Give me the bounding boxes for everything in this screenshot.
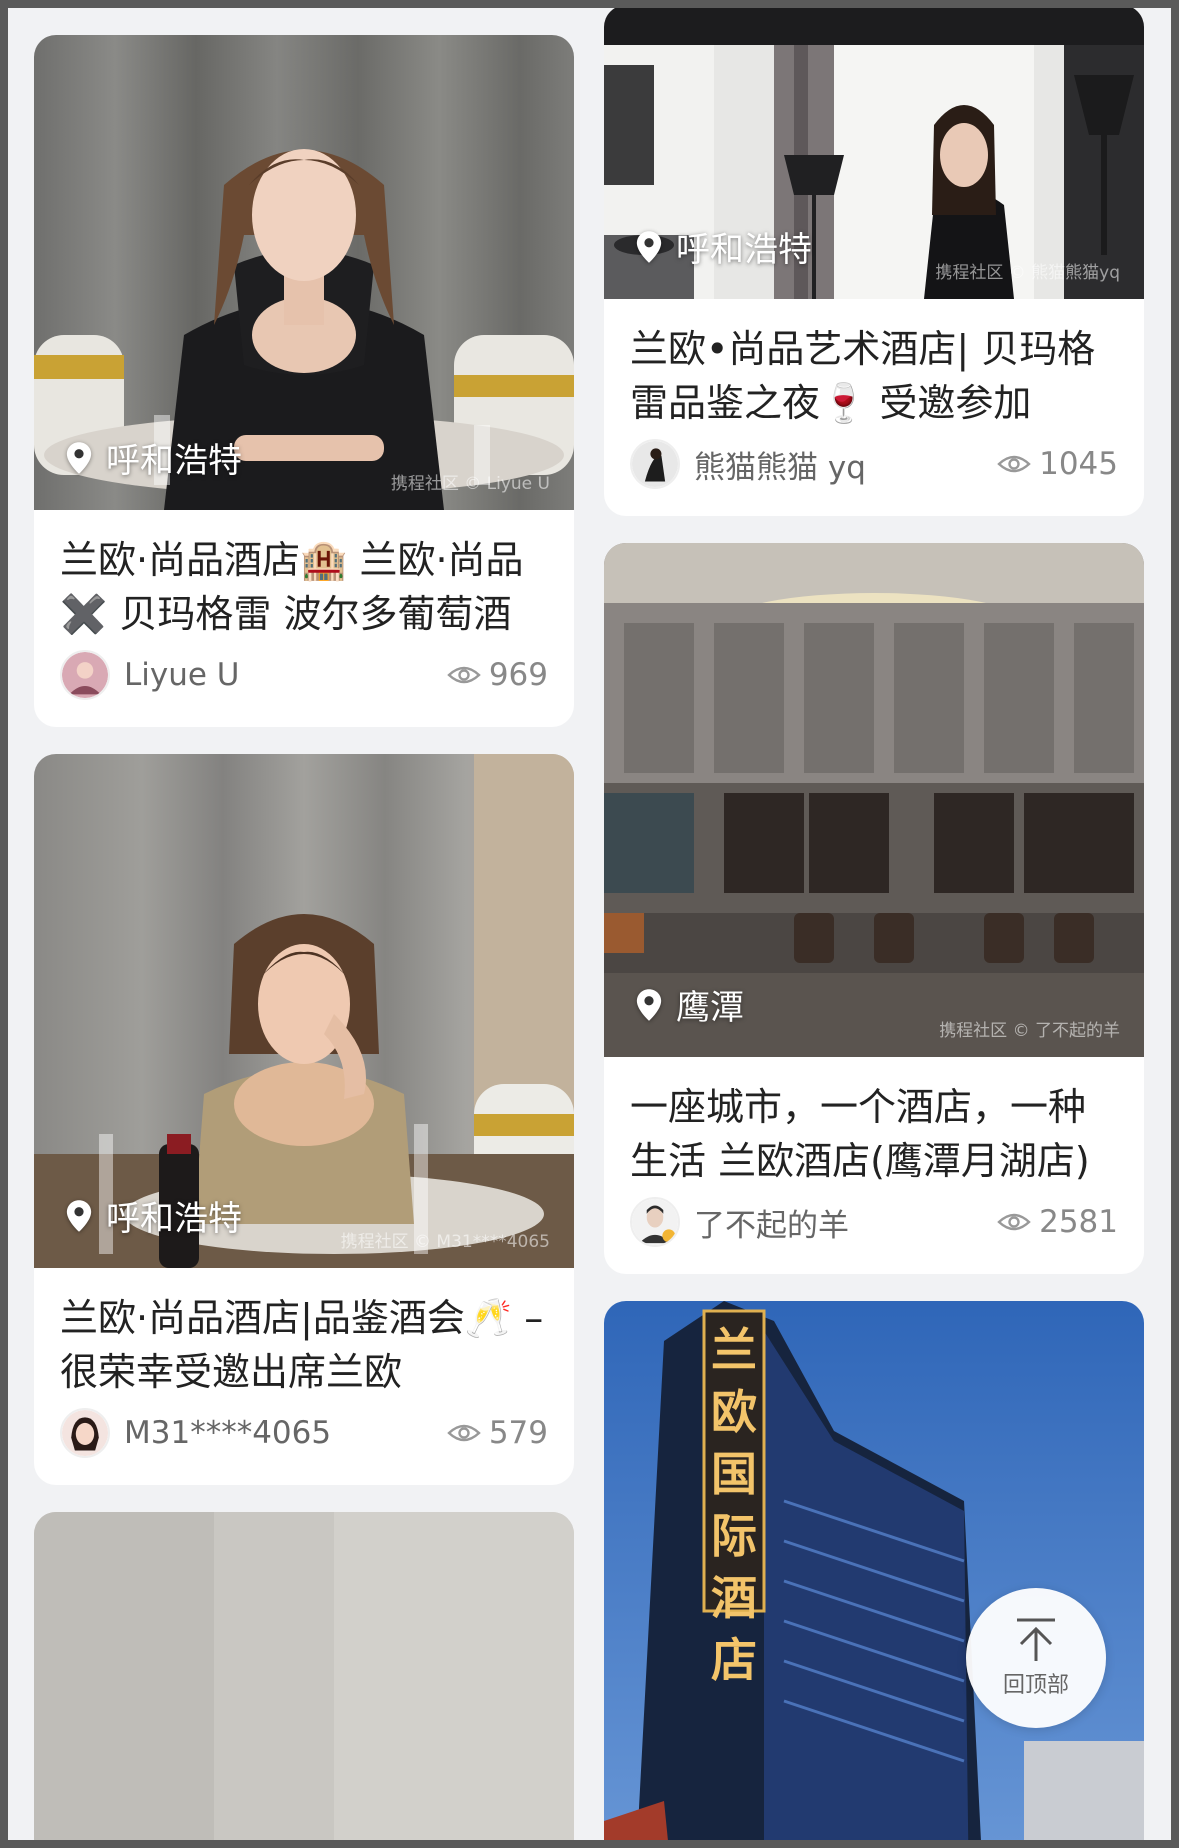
note-cover-image[interactable]: 呼和浩特 携程社区 © M31****4065 (34, 754, 574, 1268)
view-count: 969 (447, 657, 548, 693)
location-tag: 鹰潭 (634, 980, 744, 1029)
note-cover-image[interactable] (34, 1512, 574, 1840)
view-count: 1045 (997, 446, 1118, 482)
watermark: 携程社区 © M31****4065 (340, 1232, 550, 1252)
watermark: 携程社区 © Liyue U (390, 474, 550, 494)
note-card[interactable] (34, 1512, 574, 1840)
note-card[interactable]: 兰欧国际酒店 (604, 1301, 1144, 1840)
note-cover-image[interactable]: 鹰潭 携程社区 © 了不起的羊 (604, 543, 1144, 1057)
note-meta: M31****4065 579 (60, 1407, 548, 1459)
view-count-value: 579 (488, 1415, 548, 1451)
view-count: 2581 (997, 1204, 1118, 1240)
note-card[interactable]: 呼和浩特 携程社区 © 熊猫熊猫yq 兰欧•尚品艺术酒店| 贝玛格雷品鉴之夜🍷 … (604, 8, 1144, 516)
location-tag: 呼和浩特 (634, 222, 812, 271)
hotel-sign: 兰欧国际酒店 (711, 1323, 757, 1687)
avatar[interactable] (60, 1408, 110, 1458)
note-meta: 了不起的羊 2581 (630, 1196, 1118, 1248)
avatar[interactable] (60, 650, 110, 700)
author-name[interactable]: Liyue U (124, 657, 447, 693)
watermark: 携程社区 © 了不起的羊 (939, 1021, 1120, 1041)
location-label: 呼和浩特 (106, 441, 242, 481)
location-pin-icon (636, 230, 662, 263)
note-title[interactable]: 一座城市，一个酒店，一种生活 兰欧酒店(鹰潭月湖店) (630, 1080, 1120, 1188)
location-label: 鹰潭 (676, 988, 744, 1028)
avatar[interactable] (630, 1197, 680, 1247)
note-cover-image[interactable]: 呼和浩特 携程社区 © 熊猫熊猫yq (604, 8, 1144, 299)
note-title[interactable]: 兰欧·尚品酒店|品鉴酒会🥂 – 很荣幸受邀出席兰欧 (60, 1291, 550, 1399)
cover-photo-hotel-exterior (604, 1301, 1144, 1840)
author-name[interactable]: 了不起的羊 (694, 1200, 997, 1245)
back-to-top-button[interactable]: 回顶部 (966, 1588, 1106, 1728)
eye-icon (997, 455, 1031, 473)
view-count-value: 1045 (1039, 446, 1118, 482)
note-card[interactable]: 呼和浩特 携程社区 © Liyue U 兰欧·尚品酒店🏨 兰欧·尚品 ✖️ 贝玛… (34, 35, 574, 727)
location-label: 呼和浩特 (676, 230, 812, 270)
watermark: 携程社区 © 熊猫熊猫yq (935, 263, 1120, 283)
note-cover-image[interactable]: 呼和浩特 携程社区 © Liyue U (34, 35, 574, 510)
feed-viewport: 呼和浩特 携程社区 © Liyue U 兰欧·尚品酒店🏨 兰欧·尚品 ✖️ 贝玛… (8, 8, 1171, 1840)
note-title[interactable]: 兰欧•尚品艺术酒店| 贝玛格雷品鉴之夜🍷 受邀参加 (630, 322, 1120, 430)
avatar[interactable] (630, 439, 680, 489)
arrow-up-icon (1017, 1618, 1055, 1661)
cover-photo-partial (34, 1512, 574, 1840)
view-count: 579 (447, 1415, 548, 1451)
author-name[interactable]: M31****4065 (124, 1415, 447, 1451)
location-pin-icon (66, 1199, 92, 1232)
note-card[interactable]: 呼和浩特 携程社区 © M31****4065 兰欧·尚品酒店|品鉴酒会🥂 – … (34, 754, 574, 1485)
location-pin-icon (66, 441, 92, 474)
eye-icon (997, 1213, 1031, 1231)
note-cover-image[interactable]: 兰欧国际酒店 (604, 1301, 1144, 1840)
location-pin-icon (636, 988, 662, 1021)
author-name[interactable]: 熊猫熊猫 yq (694, 442, 997, 487)
note-card[interactable]: 鹰潭 携程社区 © 了不起的羊 一座城市，一个酒店，一种生活 兰欧酒店(鹰潭月湖… (604, 543, 1144, 1274)
location-tag: 呼和浩特 (64, 1191, 242, 1240)
location-tag: 呼和浩特 (64, 433, 242, 482)
location-label: 呼和浩特 (106, 1199, 242, 1239)
back-to-top-label: 回顶部 (1002, 1673, 1069, 1698)
view-count-value: 2581 (1039, 1204, 1118, 1240)
eye-icon (447, 1424, 481, 1442)
note-meta: Liyue U 969 (60, 649, 548, 701)
eye-icon (447, 666, 481, 684)
note-title[interactable]: 兰欧·尚品酒店🏨 兰欧·尚品 ✖️ 贝玛格雷 波尔多葡萄酒 (60, 533, 550, 641)
view-count-value: 969 (488, 657, 548, 693)
note-meta: 熊猫熊猫 yq 1045 (630, 438, 1118, 490)
